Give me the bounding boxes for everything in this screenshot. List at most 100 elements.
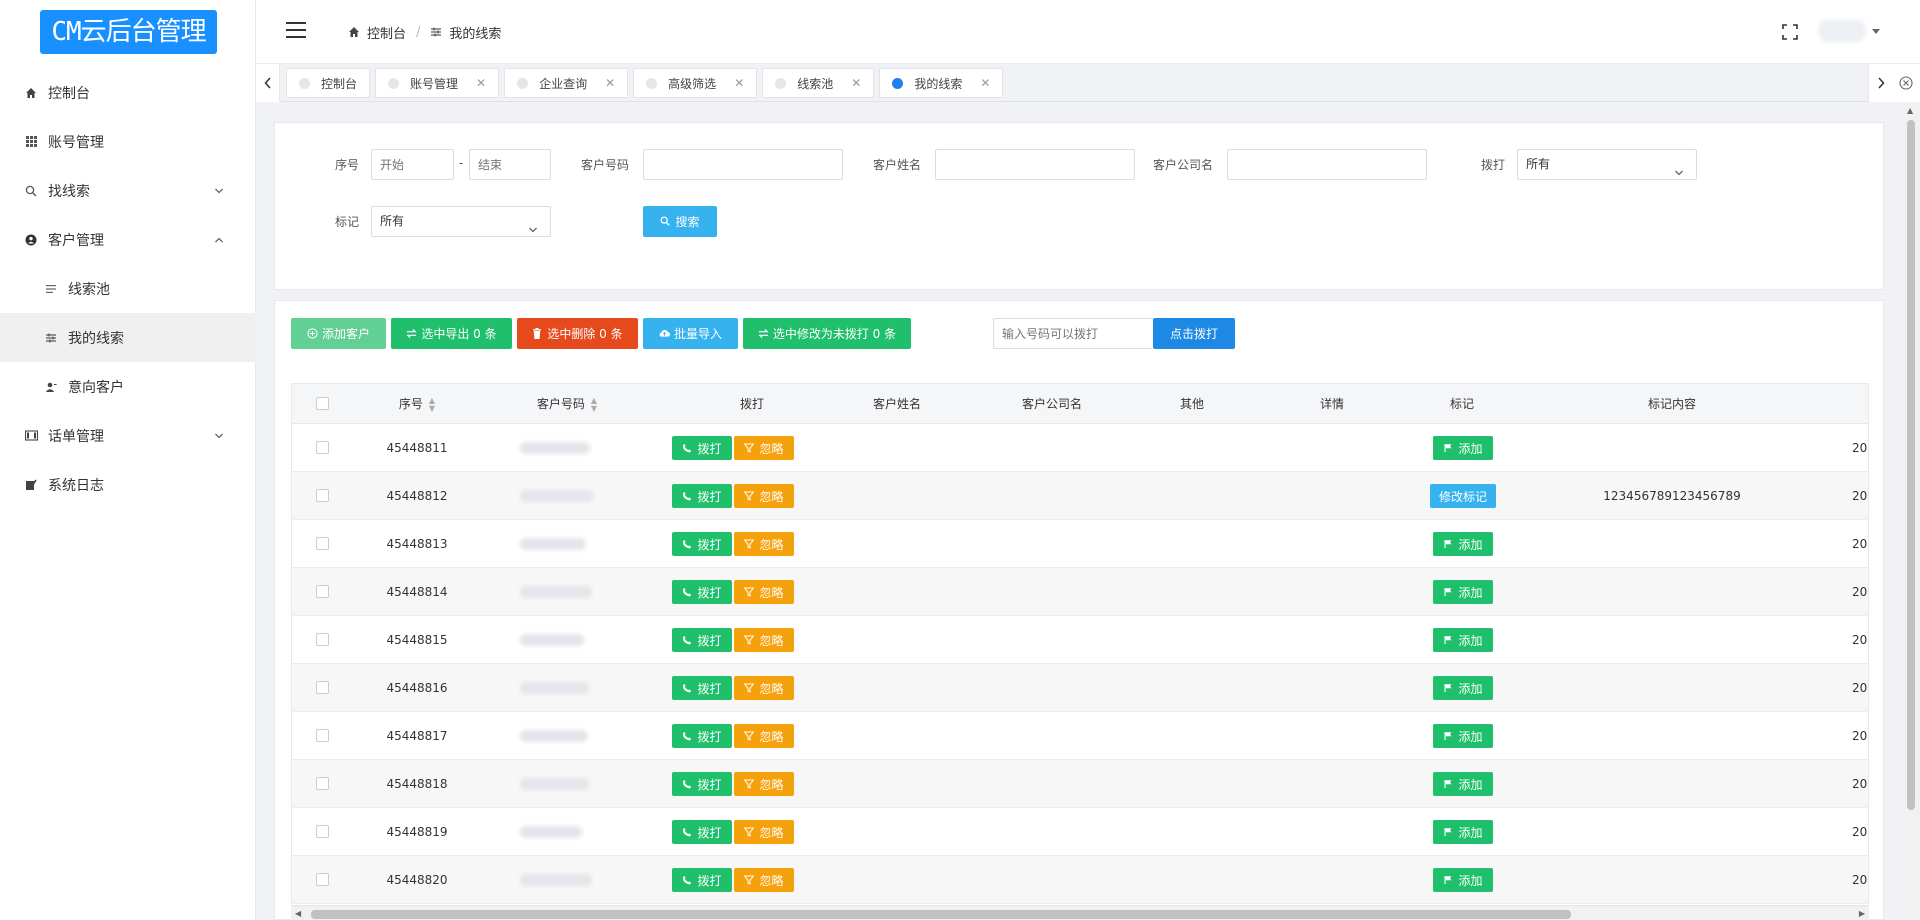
caret-down-icon[interactable] [1872, 29, 1880, 34]
row-checkbox[interactable] [316, 537, 329, 550]
sidebar-item-dashboard[interactable]: 控制台 [0, 68, 256, 117]
row-checkbox[interactable] [316, 825, 329, 838]
sidebar-item-find-leads[interactable]: 找线索 [0, 166, 256, 215]
dial-row-button[interactable]: 拨打 [672, 724, 732, 748]
dial-row-button[interactable]: 拨打 [672, 484, 732, 508]
dial-row-button[interactable]: 拨打 [672, 628, 732, 652]
ignore-row-button[interactable]: 忽略 [734, 772, 794, 796]
cell-phone-redacted [520, 634, 584, 646]
menu-toggle-icon[interactable] [286, 22, 306, 38]
ignore-row-button[interactable]: 忽略 [734, 484, 794, 508]
tab-advanced-filter[interactable]: 高级筛选 ✕ [633, 68, 758, 98]
ignore-row-button[interactable]: 忽略 [734, 436, 794, 460]
mark-select[interactable]: 所有 [371, 206, 551, 237]
close-icon[interactable]: ✕ [734, 76, 744, 90]
add-mark-button[interactable]: 添加 [1433, 772, 1493, 796]
app-logo[interactable]: CM云后台管理 [40, 10, 217, 54]
add-mark-button[interactable]: 添加 [1433, 676, 1493, 700]
add-mark-button[interactable]: 添加 [1433, 436, 1493, 460]
row-checkbox[interactable] [316, 585, 329, 598]
scrollbar-thumb[interactable] [311, 910, 1571, 919]
ignore-row-button[interactable]: 忽略 [734, 676, 794, 700]
export-selected-button[interactable]: 选中导出 0 条 [391, 318, 512, 349]
sort-icon[interactable]: ▲ ▼ [591, 396, 597, 413]
row-checkbox[interactable] [316, 681, 329, 694]
sort-icon[interactable]: ▲ ▼ [429, 396, 435, 413]
breadcrumb-item-dashboard[interactable]: 控制台 [367, 23, 406, 42]
dial-button[interactable]: 点击拨打 [1153, 318, 1235, 349]
add-mark-button[interactable]: 添加 [1433, 580, 1493, 604]
scroll-up-icon[interactable]: ▲ [1907, 106, 1913, 115]
tabs-scroll-left-icon[interactable] [256, 64, 280, 102]
scroll-left-icon[interactable]: ◀ [295, 909, 301, 918]
ignore-row-label: 忽略 [759, 633, 784, 648]
tab-accounts[interactable]: 账号管理 ✕ [375, 68, 500, 98]
row-checkbox[interactable] [316, 729, 329, 742]
dial-row-button[interactable]: 拨打 [672, 436, 732, 460]
ignore-row-button[interactable]: 忽略 [734, 724, 794, 748]
mark-undialed-button[interactable]: 选中修改为未拨打 0 条 [743, 318, 911, 349]
company-input[interactable] [1227, 149, 1427, 180]
add-mark-button[interactable]: 添加 [1433, 532, 1493, 556]
row-checkbox[interactable] [316, 873, 329, 886]
sidebar-item-lead-pool[interactable]: 线索池 [0, 264, 256, 313]
row-checkbox[interactable] [316, 489, 329, 502]
column-header-seq[interactable]: 序号 ▲ ▼ [362, 384, 472, 424]
column-header-phone[interactable]: 客户号码 ▲ ▼ [497, 384, 637, 424]
close-all-tabs-icon[interactable] [1892, 64, 1920, 102]
close-icon[interactable]: ✕ [851, 76, 861, 90]
sidebar-item-system-log[interactable]: 系统日志 [0, 460, 256, 509]
sidebar-item-accounts[interactable]: 账号管理 [0, 117, 256, 166]
ignore-row-button[interactable]: 忽略 [734, 628, 794, 652]
dial-row-label: 拨打 [697, 681, 722, 696]
sidebar-item-bill-management[interactable]: 话单管理 [0, 411, 256, 460]
scrollbar-thumb[interactable] [1907, 120, 1915, 810]
dial-row-button[interactable]: 拨打 [672, 772, 732, 796]
ignore-row-button[interactable]: 忽略 [734, 820, 794, 844]
row-checkbox[interactable] [316, 777, 329, 790]
add-mark-button[interactable]: 添加 [1433, 868, 1493, 892]
tab-my-leads[interactable]: 我的线索 ✕ [879, 68, 1004, 98]
add-mark-button[interactable]: 添加 [1433, 820, 1493, 844]
dial-status-select[interactable]: 所有 [1517, 149, 1697, 180]
row-checkbox[interactable] [316, 633, 329, 646]
add-mark-button[interactable]: 添加 [1433, 724, 1493, 748]
phone-input[interactable] [643, 149, 843, 180]
sidebar-item-customer-management[interactable]: 客户管理 [0, 215, 256, 264]
ignore-row-button[interactable]: 忽略 [734, 868, 794, 892]
dial-row-button[interactable]: 拨打 [672, 532, 732, 556]
name-input[interactable] [935, 149, 1135, 180]
dial-row-button[interactable]: 拨打 [672, 580, 732, 604]
close-icon[interactable]: ✕ [980, 76, 990, 90]
tab-company-query[interactable]: 企业查询 ✕ [504, 68, 629, 98]
sidebar-item-my-leads[interactable]: 我的线索 [0, 313, 256, 362]
dial-row-button[interactable]: 拨打 [672, 676, 732, 700]
batch-import-button[interactable]: 批量导入 [643, 318, 738, 349]
add-mark-button[interactable]: 添加 [1433, 628, 1493, 652]
close-icon[interactable]: ✕ [605, 76, 615, 90]
sidebar-item-intended-customers[interactable]: 意向客户 [0, 362, 256, 411]
dial-number-input[interactable] [993, 318, 1153, 349]
edit-mark-button[interactable]: 修改标记 [1430, 484, 1496, 508]
horizontal-scrollbar[interactable]: ◀ ▶ [291, 905, 1869, 920]
add-customer-button[interactable]: 添加客户 [291, 318, 386, 349]
seq-end-input[interactable] [469, 149, 551, 180]
ignore-row-button[interactable]: 忽略 [734, 580, 794, 604]
close-icon[interactable]: ✕ [476, 76, 486, 90]
fullscreen-icon[interactable] [1782, 24, 1798, 40]
ignore-row-button[interactable]: 忽略 [734, 532, 794, 556]
bill-icon [24, 429, 38, 443]
tab-lead-pool[interactable]: 线索池 ✕ [762, 68, 875, 98]
tabs-scroll-right-icon[interactable] [1868, 64, 1892, 102]
scroll-right-icon[interactable]: ▶ [1859, 909, 1865, 918]
vertical-scrollbar[interactable]: ▲ [1902, 104, 1920, 920]
avatar[interactable] [1818, 20, 1866, 42]
delete-selected-button[interactable]: 选中删除 0 条 [517, 318, 638, 349]
tab-dashboard[interactable]: 控制台 [286, 68, 371, 98]
row-checkbox[interactable] [316, 441, 329, 454]
search-button[interactable]: 搜索 [643, 206, 717, 237]
select-all-checkbox[interactable] [316, 397, 329, 410]
seq-start-input[interactable] [371, 149, 454, 180]
dial-row-button[interactable]: 拨打 [672, 820, 732, 844]
dial-row-button[interactable]: 拨打 [672, 868, 732, 892]
